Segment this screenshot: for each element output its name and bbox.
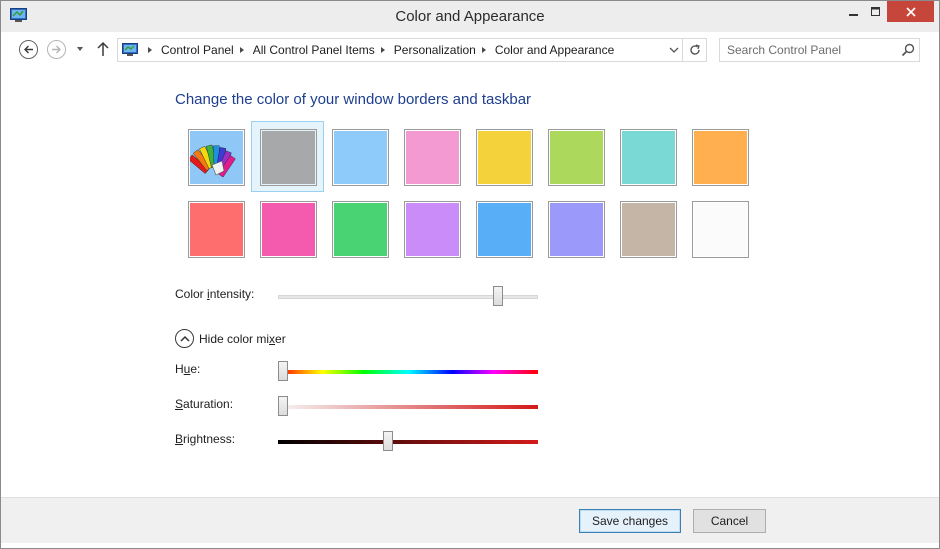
arrow-left-icon: [24, 45, 33, 54]
save-changes-button[interactable]: Save changes: [579, 509, 681, 533]
color-swatch[interactable]: [188, 201, 245, 258]
brightness-slider-track[interactable]: [278, 440, 538, 444]
swatch-fill: [478, 203, 531, 256]
recent-locations-icon[interactable]: [75, 44, 85, 54]
hue-label: Hue:: [175, 362, 200, 376]
color-swatch[interactable]: [692, 201, 749, 258]
footer: Save changes Cancel: [1, 497, 939, 543]
brightness-slider-thumb[interactable]: [383, 431, 393, 451]
address-dropdown-button[interactable]: [666, 39, 682, 61]
saturation-label: Saturation:: [175, 397, 233, 411]
title-bar: Color and Appearance: [1, 1, 939, 32]
swatch-fill: [622, 131, 675, 184]
close-icon: [905, 6, 916, 17]
hue-slider-track[interactable]: [278, 370, 538, 374]
breadcrumb-item[interactable]: Personalization: [394, 43, 476, 57]
access-key: S: [175, 397, 184, 411]
label-text: Color: [175, 287, 208, 301]
breadcrumb-separator-icon[interactable]: [148, 47, 152, 53]
swatch-fill: [262, 203, 315, 256]
color-swatch[interactable]: [260, 129, 317, 186]
breadcrumb-item[interactable]: Color and Appearance: [495, 43, 614, 57]
search-input[interactable]: [720, 39, 895, 61]
window-title: Color and Appearance: [395, 8, 545, 25]
address-bar[interactable]: Control Panel All Control Panel Items Pe…: [117, 38, 683, 62]
color-swatch[interactable]: [692, 129, 749, 186]
breadcrumb-separator-icon[interactable]: [481, 47, 486, 53]
arrow-right-icon: [52, 45, 61, 54]
breadcrumb: Control Panel All Control Panel Items Pe…: [142, 39, 614, 61]
access-key: B: [175, 432, 184, 446]
color-swatch[interactable]: [332, 129, 389, 186]
control-panel-icon: [122, 43, 138, 56]
swatch-fill: [190, 203, 243, 256]
color-swatch[interactable]: [404, 129, 461, 186]
color-swatch[interactable]: [332, 201, 389, 258]
saturation-slider-thumb[interactable]: [278, 396, 288, 416]
refresh-icon: [689, 44, 700, 55]
maximize-icon: [871, 6, 880, 16]
cancel-button[interactable]: Cancel: [693, 509, 766, 533]
search-box[interactable]: [719, 38, 920, 62]
refresh-button[interactable]: [683, 38, 707, 62]
breadcrumb-separator-icon[interactable]: [239, 47, 244, 53]
color-palette-icon: [188, 144, 236, 178]
label-text: e:: [190, 362, 201, 376]
swatch-fill: [262, 131, 315, 184]
hue-slider-thumb[interactable]: [278, 361, 288, 381]
color-swatch[interactable]: [620, 201, 677, 258]
label-text: Hide color mi: [199, 332, 270, 346]
content-area: Change the color of your window borders …: [1, 68, 939, 497]
forward-button[interactable]: [47, 40, 66, 59]
swatch-fill: [406, 203, 459, 256]
swatch-fill: [694, 131, 747, 184]
back-button[interactable]: [19, 40, 38, 59]
close-button[interactable]: [887, 1, 934, 22]
label-text: H: [175, 362, 184, 376]
search-icon[interactable]: [901, 43, 915, 57]
maximize-button[interactable]: [862, 1, 890, 22]
swatch-fill: [550, 131, 603, 184]
minimize-icon: [849, 13, 858, 16]
swatch-fill: [334, 131, 387, 184]
color-swatch[interactable]: [620, 129, 677, 186]
color-intensity-slider-thumb[interactable]: [493, 286, 503, 306]
color-swatch[interactable]: [548, 201, 605, 258]
swatch-fill: [406, 131, 459, 184]
breadcrumb-separator-icon[interactable]: [380, 47, 385, 53]
saturation-slider-track[interactable]: [278, 405, 538, 409]
color-swatch-automatic[interactable]: [188, 129, 245, 186]
breadcrumb-item[interactable]: All Control Panel Items: [253, 43, 375, 57]
swatch-fill: [334, 203, 387, 256]
swatch-fill: [188, 131, 243, 184]
brightness-label: Brightness:: [175, 432, 235, 446]
label-text: er: [275, 332, 286, 346]
address-row: Control Panel All Control Panel Items Pe…: [1, 32, 939, 68]
label-text: aturation:: [183, 397, 234, 411]
color-swatch[interactable]: [260, 201, 317, 258]
window: Color and Appearance Control Panel All C…: [0, 0, 940, 549]
page-heading: Change the color of your window borders …: [175, 91, 532, 108]
color-swatch[interactable]: [548, 129, 605, 186]
color-swatch[interactable]: [476, 201, 533, 258]
label-text: rightness:: [183, 432, 236, 446]
swatch-fill: [550, 203, 603, 256]
swatch-fill: [478, 131, 531, 184]
label-text: ntensity:: [209, 287, 255, 301]
hide-color-mixer-button[interactable]: [175, 329, 194, 348]
color-swatch[interactable]: [476, 129, 533, 186]
chevron-down-icon: [669, 47, 679, 53]
swatch-fill: [622, 203, 675, 256]
up-arrow-icon[interactable]: [96, 41, 110, 57]
color-swatch[interactable]: [404, 201, 461, 258]
breadcrumb-item[interactable]: Control Panel: [161, 43, 234, 57]
color-intensity-label: Color intensity:: [175, 287, 254, 301]
swatch-fill: [694, 203, 747, 256]
hide-color-mixer-link[interactable]: Hide color mixer: [199, 332, 286, 346]
chevron-up-icon: [179, 335, 190, 342]
